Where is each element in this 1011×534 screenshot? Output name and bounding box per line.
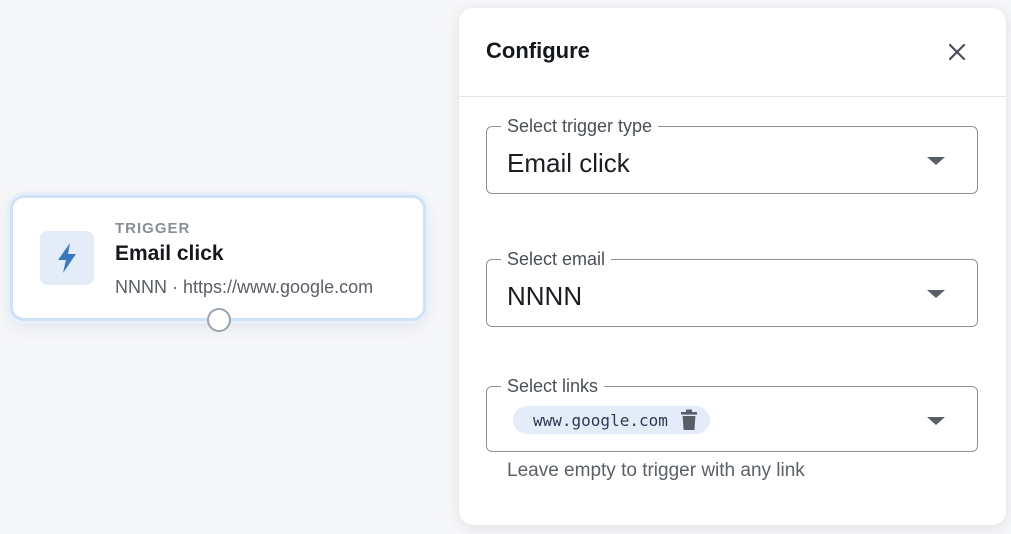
chevron-down-icon <box>927 417 945 425</box>
email-select[interactable]: Select email NNNN <box>486 249 978 327</box>
trigger-type-label: Select trigger type <box>501 116 659 136</box>
panel-title: Configure <box>486 38 590 63</box>
links-label: Select links <box>501 376 605 396</box>
chevron-down-icon <box>927 157 945 165</box>
node-title: Email click <box>115 242 224 265</box>
close-button[interactable] <box>946 41 968 63</box>
link-chip-label: www.google.com <box>533 410 668 430</box>
trash-icon[interactable] <box>680 409 698 431</box>
node-output-handle[interactable] <box>207 308 231 332</box>
trigger-type-value: Email click <box>507 148 630 178</box>
close-icon <box>948 43 966 61</box>
links-select[interactable]: Select links www.google.com <box>486 376 978 452</box>
node-type-label: TRIGGER <box>115 220 191 237</box>
lightning-bolt-icon <box>40 231 94 285</box>
panel-header: Configure <box>459 8 1006 97</box>
email-label: Select email <box>501 249 612 269</box>
workflow-canvas[interactable]: TRIGGER Email click NNNN · https://www.g… <box>0 0 1011 534</box>
link-chip[interactable]: www.google.com <box>513 406 710 434</box>
configure-panel: Configure Select trigger type Email clic… <box>459 8 1006 525</box>
node-subtitle: NNNN · https://www.google.com <box>115 277 374 297</box>
chevron-down-icon <box>927 290 945 298</box>
trigger-node[interactable]: TRIGGER Email click NNNN · https://www.g… <box>10 195 426 332</box>
links-helper-text: Leave empty to trigger with any link <box>507 460 805 481</box>
email-value: NNNN <box>507 281 583 311</box>
trigger-type-select[interactable]: Select trigger type Email click <box>486 116 978 194</box>
